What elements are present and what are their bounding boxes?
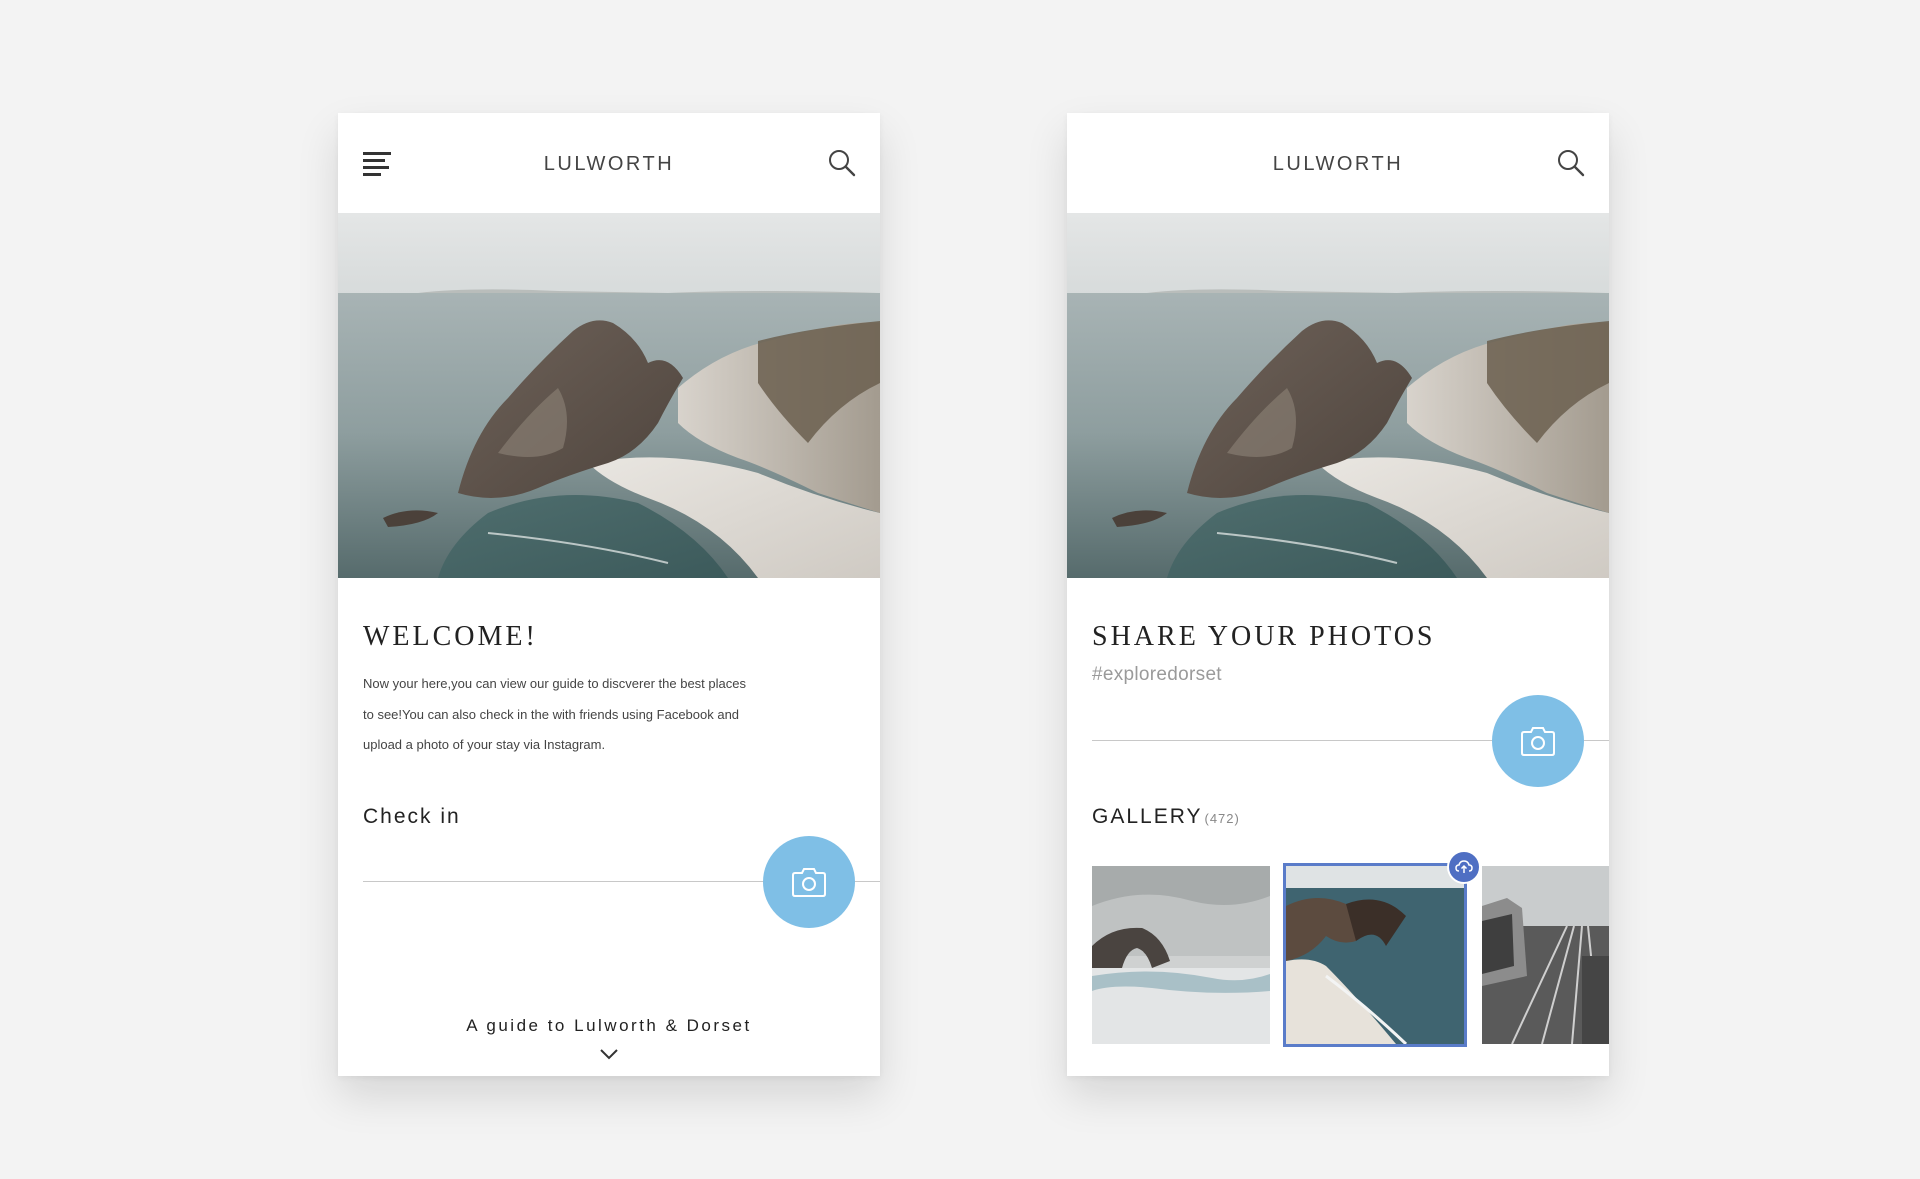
search-icon[interactable] xyxy=(828,149,856,177)
welcome-title: WELCOME! xyxy=(363,621,538,652)
camera-button[interactable] xyxy=(1492,695,1584,787)
share-photos-screen: LULWORTH SHARE YOUR PHOTOS #exploredorse… xyxy=(1067,113,1609,1076)
share-title: SHARE YOUR PHOTOS xyxy=(1092,621,1436,652)
gallery-thumbnail-selected[interactable] xyxy=(1283,863,1467,1047)
guide-text: A guide to Lulworth & Dorset xyxy=(466,1016,752,1035)
camera-icon xyxy=(792,868,826,897)
welcome-text-line: to see!You can also check in the with fr… xyxy=(363,706,740,722)
chevron-down-icon[interactable] xyxy=(599,1048,619,1060)
hashtag[interactable]: #exploredorset xyxy=(1092,664,1222,686)
hero-image xyxy=(1067,213,1609,578)
gallery-label: GALLERY xyxy=(1092,805,1203,828)
camera-icon xyxy=(1521,727,1555,756)
welcome-screen: LULWORTH WELCOME! Now your here,you can … xyxy=(338,113,880,1076)
app-title: LULWORTH xyxy=(1272,153,1404,175)
hero-image xyxy=(338,213,880,578)
app-header: LULWORTH xyxy=(1067,113,1609,213)
welcome-text: Now your here,you can view our guide to … xyxy=(363,669,803,761)
upload-badge[interactable] xyxy=(1447,850,1481,884)
cloud-upload-icon xyxy=(1455,860,1473,873)
camera-button[interactable] xyxy=(763,836,855,928)
gallery-thumbnail[interactable] xyxy=(1482,866,1609,1044)
app-title: LULWORTH xyxy=(543,153,675,175)
gallery-heading: GALLERY (472) xyxy=(1092,805,1240,829)
gallery-thumbnail[interactable] xyxy=(1092,866,1270,1044)
check-in-label[interactable]: Check in xyxy=(363,805,461,829)
gallery-count: (472) xyxy=(1204,811,1240,826)
app-header: LULWORTH xyxy=(338,113,880,213)
welcome-text-line: upload a photo of your stay via Instagra… xyxy=(363,737,606,752)
welcome-text-line: Now your here,you can view our guide to … xyxy=(363,676,746,691)
search-icon[interactable] xyxy=(1557,149,1585,177)
